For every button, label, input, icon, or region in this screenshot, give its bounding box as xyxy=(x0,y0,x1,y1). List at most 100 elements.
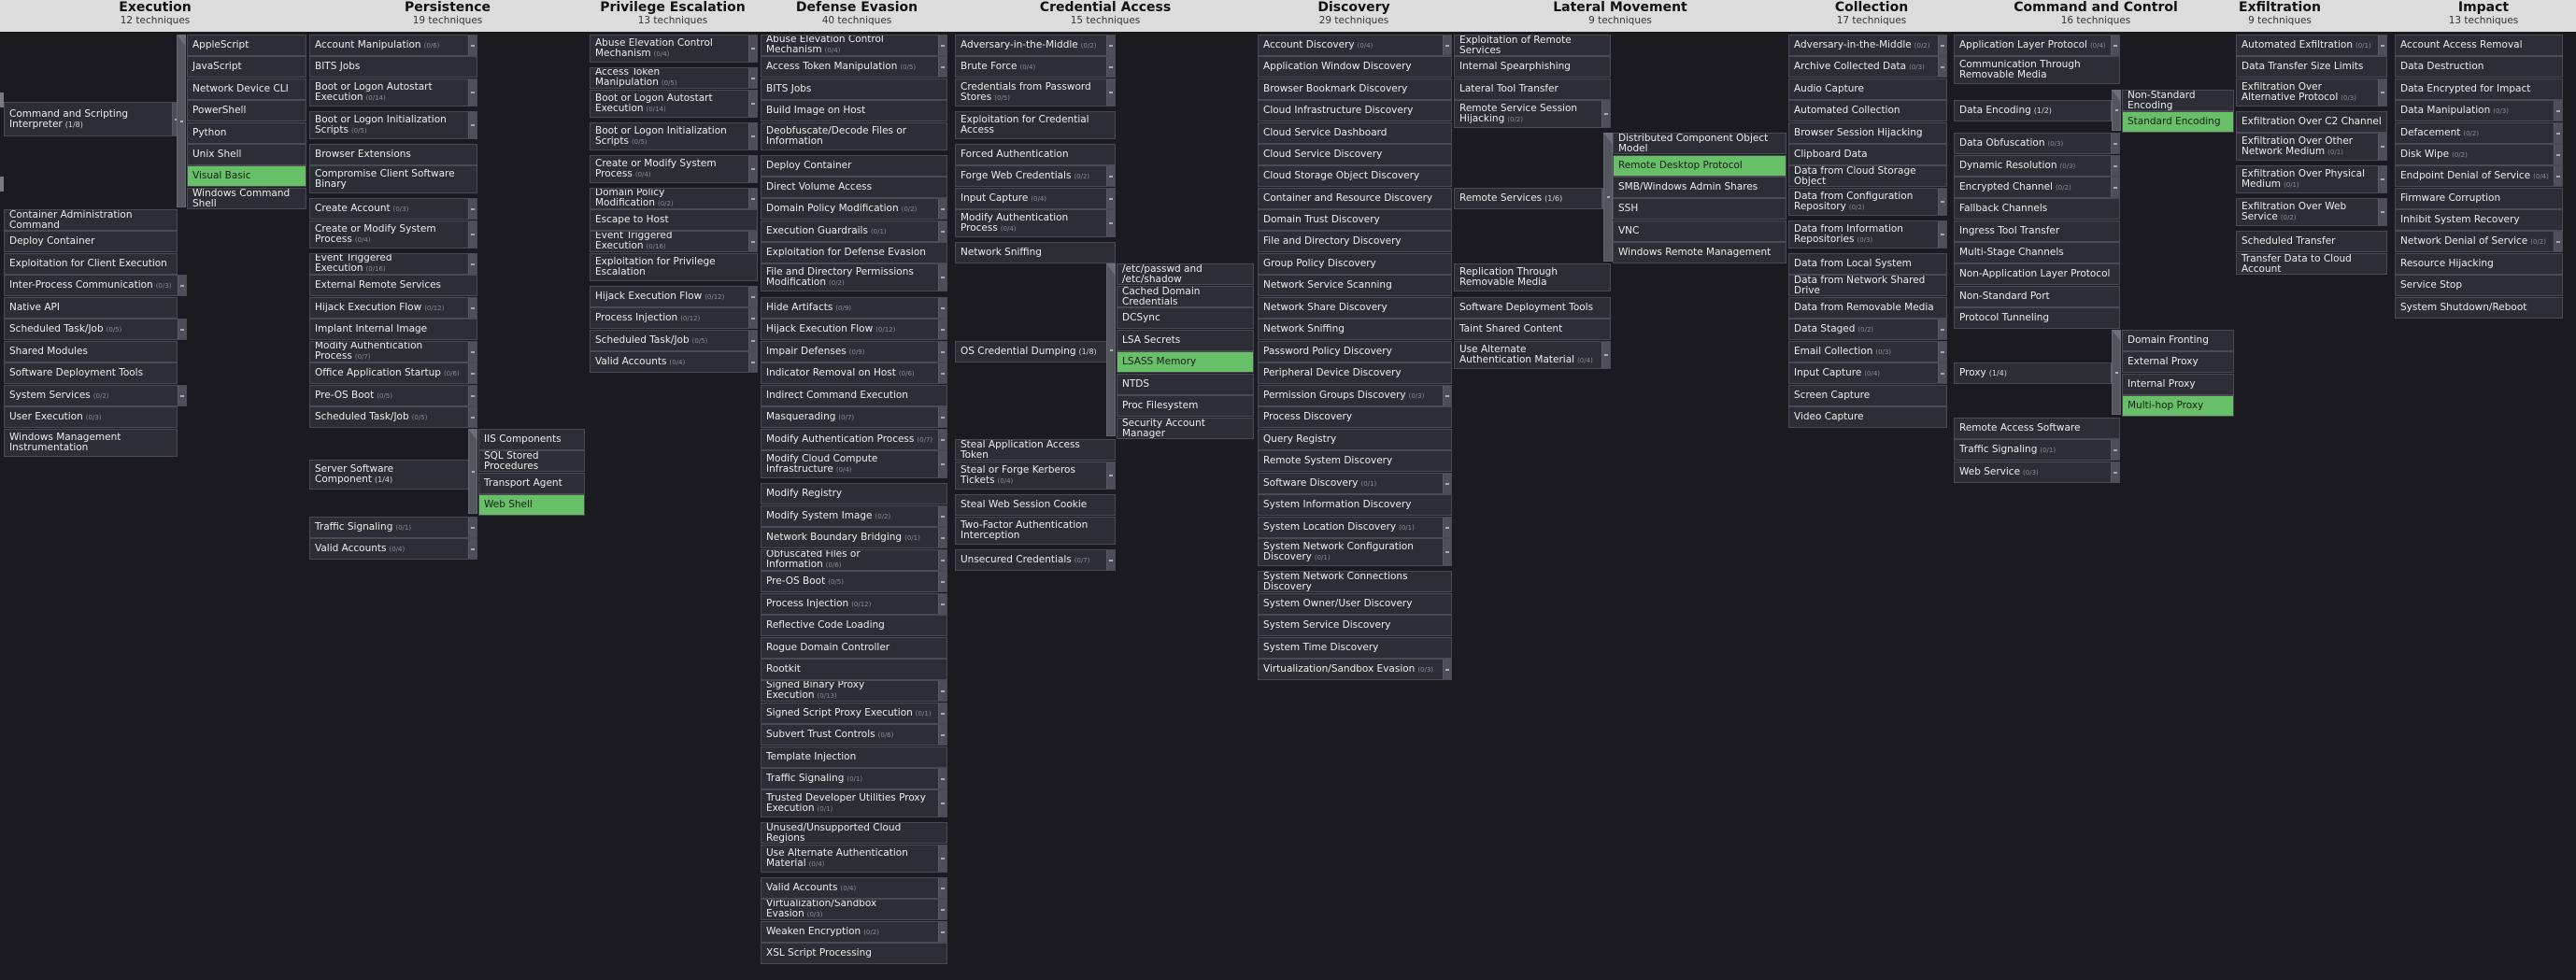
technique-indicator-removal-on-host[interactable]: Indicator Removal on Host (0/6) xyxy=(761,362,947,384)
expand-subtechniques-handle[interactable] xyxy=(748,232,757,251)
technique-server-software-component[interactable]: Server Software Component (1/4) xyxy=(309,460,477,490)
technique-exfiltration-over-c2-channel[interactable]: Exfiltration Over C2 Channel xyxy=(2236,111,2387,133)
technique-escape-to-host[interactable]: Escape to Host xyxy=(590,209,758,231)
technique-reflective-code-loading[interactable]: Reflective Code Loading xyxy=(761,615,947,636)
technique-unix-shell[interactable]: Unix Shell xyxy=(187,144,306,165)
technique-non-application-layer-protocol[interactable]: Non-Application Layer Protocol xyxy=(1954,263,2120,285)
technique-data-transfer-size-limits[interactable]: Data Transfer Size Limits xyxy=(2236,56,2387,78)
expand-subtechniques-handle[interactable] xyxy=(938,900,946,919)
technique-modify-authentication-process[interactable]: Modify Authentication Process (0/7) xyxy=(761,429,947,450)
technique-file-and-directory-permissions-modification[interactable]: File and Directory Permissions Modificat… xyxy=(761,263,947,291)
technique-process-discovery[interactable]: Process Discovery xyxy=(1258,406,1452,428)
technique-data-from-information-repositories[interactable]: Data from Information Repositories (0/3) xyxy=(1788,220,1947,249)
expand-subtechniques-handle[interactable] xyxy=(1106,550,1115,570)
technique-remote-service-session-hijacking[interactable]: Remote Service Session Hijacking (0/2) xyxy=(1454,100,1611,128)
expand-subtechniques-handle[interactable] xyxy=(938,725,946,745)
technique-iis-components[interactable]: IIS Components xyxy=(478,429,585,450)
technique-proxy[interactable]: Proxy (1/4) xyxy=(1954,362,2120,384)
technique-boot-or-logon-autostart-execution[interactable]: Boot or Logon Autostart Execution (0/14) xyxy=(590,90,758,118)
technique-forced-authentication[interactable]: Forced Authentication xyxy=(955,144,1116,165)
technique-traffic-signaling[interactable]: Traffic Signaling (0/1) xyxy=(761,768,947,789)
technique-windows-remote-management[interactable]: Windows Remote Management xyxy=(1613,242,1786,263)
technique-exfiltration-over-physical-medium[interactable]: Exfiltration Over Physical Medium (0/1) xyxy=(2236,165,2387,193)
technique-fallback-channels[interactable]: Fallback Channels xyxy=(1954,198,2120,220)
expand-subtechniques-handle[interactable] xyxy=(178,320,186,339)
expand-subtechniques-handle[interactable] xyxy=(938,298,946,318)
expand-subtechniques-handle[interactable] xyxy=(1938,363,1946,383)
technique-remote-access-software[interactable]: Remote Access Software xyxy=(1954,418,2120,439)
tactic-header-credential-access[interactable]: Credential Access 15 techniques xyxy=(1012,0,1199,32)
technique-adversary-in-the-middle[interactable]: Adversary-in-the-Middle (0/2) xyxy=(955,35,1116,56)
technique-modify-cloud-compute-infrastructure[interactable]: Modify Cloud Compute Infrastructure (0/4) xyxy=(761,450,947,478)
expand-subtechniques-handle[interactable] xyxy=(938,769,946,788)
technique-peripheral-device-discovery[interactable]: Peripheral Device Discovery xyxy=(1258,362,1452,384)
tactic-header-persistence[interactable]: Persistence 19 techniques xyxy=(354,0,541,32)
expand-subtechniques-handle[interactable] xyxy=(1443,518,1451,537)
technique-implant-internal-image[interactable]: Implant Internal Image xyxy=(309,319,477,340)
expand-subtechniques-handle[interactable] xyxy=(468,221,477,248)
expand-subtechniques-handle[interactable] xyxy=(748,156,757,182)
technique-network-device-cli[interactable]: Network Device CLI xyxy=(187,78,306,100)
technique-distributed-component-object-model[interactable]: Distributed Component Object Model xyxy=(1613,133,1786,154)
expand-subtechniques-handle[interactable] xyxy=(748,123,757,149)
technique-virtualization-sandbox-evasion[interactable]: Virtualization/Sandbox Evasion (0/3) xyxy=(761,899,947,920)
expand-subtechniques-handle[interactable] xyxy=(1106,210,1115,236)
technique-boot-or-logon-initialization-scripts[interactable]: Boot or Logon Initialization Scripts (0/5… xyxy=(309,111,477,139)
technique-modify-system-image[interactable]: Modify System Image (0/2) xyxy=(761,505,947,527)
technique-file-and-directory-discovery[interactable]: File and Directory Discovery xyxy=(1258,231,1452,252)
technique-data-destruction[interactable]: Data Destruction xyxy=(2395,56,2563,78)
technique-subvert-trust-controls[interactable]: Subvert Trust Controls (0/6) xyxy=(761,724,947,746)
technique-create-account[interactable]: Create Account (0/3) xyxy=(309,198,477,220)
technique-direct-volume-access[interactable]: Direct Volume Access xyxy=(761,177,947,198)
technique-data-from-configuration-repository[interactable]: Data from Configuration Repository (0/2) xyxy=(1788,188,1947,216)
expand-subtechniques-handle[interactable] xyxy=(1938,57,1946,77)
technique-non-standard-encoding[interactable]: Non-Standard Encoding xyxy=(2122,90,2234,111)
technique-ntds[interactable]: NTDS xyxy=(1117,374,1254,395)
collapse-subtechniques-bar[interactable] xyxy=(1106,263,1116,436)
technique-steal-or-forge-kerberos-tickets[interactable]: Steal or Forge Kerberos Tickets (0/4) xyxy=(955,462,1116,490)
technique-javascript[interactable]: JavaScript xyxy=(187,56,306,78)
expand-subtechniques-handle[interactable] xyxy=(938,451,946,477)
expand-subtechniques-handle[interactable] xyxy=(2554,166,2562,186)
expand-subtechniques-handle[interactable] xyxy=(1601,101,1610,127)
technique-powershell[interactable]: PowerShell xyxy=(187,100,306,121)
technique-system-shutdown-reboot[interactable]: System Shutdown/Reboot xyxy=(2395,297,2563,319)
technique-software-deployment-tools[interactable]: Software Deployment Tools xyxy=(1454,297,1611,319)
technique-pre-os-boot[interactable]: Pre-OS Boot (0/5) xyxy=(309,385,477,406)
expand-subtechniques-handle[interactable] xyxy=(938,528,946,547)
technique-network-sniffing[interactable]: Network Sniffing xyxy=(955,242,1116,263)
expand-subtechniques-handle[interactable] xyxy=(1443,660,1451,679)
technique-windows-management-instrumentation[interactable]: Windows Management Instrumentation xyxy=(4,429,178,457)
expand-subtechniques-handle[interactable] xyxy=(938,407,946,427)
technique-smb-windows-admin-shares[interactable]: SMB/Windows Admin Shares xyxy=(1613,177,1786,198)
technique-steal-application-access-token[interactable]: Steal Application Access Token xyxy=(955,439,1116,461)
technique-access-token-manipulation[interactable]: Access Token Manipulation (0/5) xyxy=(590,67,758,89)
technique-encrypted-channel[interactable]: Encrypted Channel (0/2) xyxy=(1954,177,2120,198)
technique-remote-desktop-protocol[interactable]: Remote Desktop Protocol xyxy=(1613,155,1786,177)
expand-subtechniques-handle[interactable] xyxy=(468,363,477,383)
technique-endpoint-denial-of-service[interactable]: Endpoint Denial of Service (0/4) xyxy=(2395,165,2563,187)
expand-subtechniques-handle[interactable] xyxy=(1938,342,1946,362)
technique-password-policy-discovery[interactable]: Password Policy Discovery xyxy=(1258,341,1452,362)
technique-browser-bookmark-discovery[interactable]: Browser Bookmark Discovery xyxy=(1258,78,1452,100)
technique-container-and-resource-discovery[interactable]: Container and Resource Discovery xyxy=(1258,188,1452,209)
expand-subtechniques-handle[interactable] xyxy=(938,506,946,526)
technique-disk-wipe[interactable]: Disk Wipe (0/2) xyxy=(2395,144,2563,165)
technique-exploitation-for-privilege-escalation[interactable]: Exploitation for Privilege Escalation xyxy=(590,253,758,281)
expand-subtechniques-handle[interactable] xyxy=(1443,539,1451,565)
expand-subtechniques-handle[interactable] xyxy=(178,276,186,295)
expand-subtechniques-handle[interactable] xyxy=(1938,189,1946,215)
technique-access-token-manipulation[interactable]: Access Token Manipulation (0/5) xyxy=(761,56,947,78)
technique-build-image-on-host[interactable]: Build Image on Host xyxy=(761,100,947,121)
technique-system-network-configuration-discovery[interactable]: System Network Configuration Discovery (0… xyxy=(1258,538,1452,566)
expand-subtechniques-handle[interactable] xyxy=(468,342,477,362)
expand-subtechniques-handle[interactable] xyxy=(938,922,946,942)
expand-subtechniques-handle[interactable] xyxy=(748,331,757,350)
expand-subtechniques-handle[interactable] xyxy=(938,681,946,701)
technique-python[interactable]: Python xyxy=(187,122,306,144)
technique-hide-artifacts[interactable]: Hide Artifacts (0/9) xyxy=(761,297,947,319)
technique-account-discovery[interactable]: Account Discovery (0/4) xyxy=(1258,35,1452,56)
technique-audio-capture[interactable]: Audio Capture xyxy=(1788,78,1947,100)
technique-deobfuscate-decode-files-or-information[interactable]: Deobfuscate/Decode Files or Information xyxy=(761,122,947,150)
expand-subtechniques-handle[interactable] xyxy=(1443,386,1451,405)
